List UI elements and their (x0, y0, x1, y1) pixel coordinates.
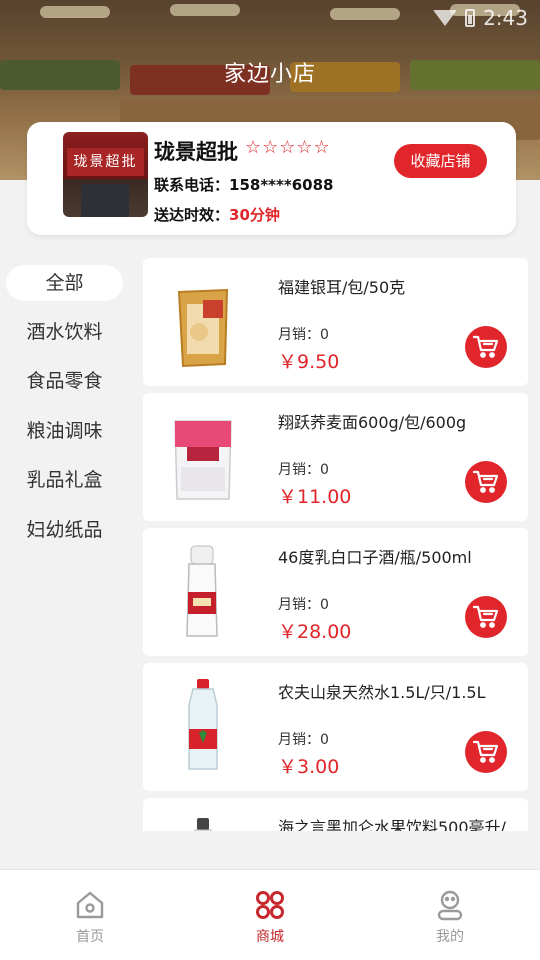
product-price: ￥9.50 (278, 351, 340, 373)
tab-mall-label: 商城 (256, 929, 284, 945)
category-item-baby-paper[interactable]: 妇幼纸品 (6, 512, 123, 548)
product-name: 海之言黑加仑水果饮料500毫升/ (278, 818, 506, 831)
bottom-tab-bar: 首页 商城 我的 (0, 869, 540, 960)
page-title: 家边小店 (223, 62, 316, 87)
product-price: ￥28.00 (278, 621, 352, 643)
favorite-store-button[interactable]: 收藏店铺 (394, 144, 487, 178)
product-card[interactable]: 翔跃荞麦面600g/包/600g 月销：0 ￥11.00 (143, 393, 528, 521)
phone-value: 158****6088 (229, 176, 334, 194)
product-image[interactable] (163, 407, 243, 507)
product-monthly-sales: 月销：0 (278, 462, 329, 478)
status-bar: 2:43 (433, 6, 528, 30)
add-to-cart-button[interactable] (465, 596, 507, 638)
store-phone: 联系电话：158****6088 (154, 174, 333, 195)
phone-label: 联系电话： (154, 176, 230, 194)
category-item-snacks[interactable]: 食品零食 (6, 363, 123, 399)
product-card[interactable]: 46度乳白口子酒/瓶/500ml 月销：0 ￥28.00 (143, 528, 528, 656)
product-image[interactable] (163, 812, 243, 831)
home-icon (76, 891, 104, 919)
product-card[interactable]: 福建银耳/包/50克 月销：0 ￥9.50 (143, 258, 528, 386)
cart-icon (473, 335, 499, 358)
product-image[interactable] (163, 272, 243, 372)
product-image[interactable] (163, 677, 243, 777)
category-item-drinks[interactable]: 酒水饮料 (6, 314, 123, 350)
tab-profile-label: 我的 (436, 929, 464, 945)
store-delivery-time: 送达时效：30分钟 (154, 204, 280, 225)
product-card[interactable]: 海之言黑加仑水果饮料500毫升/ (143, 798, 528, 831)
eta-value: 30分钟 (229, 206, 280, 224)
cart-icon (473, 740, 499, 763)
add-to-cart-button[interactable] (465, 461, 507, 503)
product-card[interactable]: 农夫山泉天然水1.5L/只/1.5L 月销：0 ￥3.00 (143, 663, 528, 791)
product-name: 46度乳白口子酒/瓶/500ml (278, 548, 472, 567)
profile-icon (437, 890, 463, 921)
rating-stars-icon: ☆☆☆☆☆ (245, 137, 331, 158)
category-item-dairy-gifts[interactable]: 乳品礼盒 (6, 462, 123, 498)
wifi-icon (433, 10, 458, 26)
store-photo[interactable]: 珑景超批 (63, 132, 148, 217)
store-name: 珑景超批 (154, 140, 238, 164)
product-name: 农夫山泉天然水1.5L/只/1.5L (278, 683, 486, 702)
add-to-cart-button[interactable] (465, 326, 507, 368)
cart-icon (473, 605, 499, 628)
battery-icon (465, 9, 476, 27)
category-item-all[interactable]: 全部 (6, 265, 123, 301)
product-monthly-sales: 月销：0 (278, 597, 329, 613)
cart-icon (473, 470, 499, 493)
product-name: 福建银耳/包/50克 (278, 278, 406, 297)
tab-profile[interactable]: 我的 (400, 888, 500, 946)
product-price: ￥3.00 (278, 756, 340, 778)
product-name: 翔跃荞麦面600g/包/600g (278, 413, 467, 432)
tab-home[interactable]: 首页 (40, 888, 140, 946)
store-photo-sign: 珑景超批 (67, 148, 144, 176)
add-to-cart-button[interactable] (465, 731, 507, 773)
product-monthly-sales: 月销：0 (278, 327, 329, 343)
tab-home-label: 首页 (76, 929, 104, 945)
grid-icon (256, 891, 284, 919)
product-monthly-sales: 月销：0 (278, 732, 329, 748)
product-image[interactable] (163, 542, 243, 642)
status-time: 2:43 (483, 6, 528, 30)
product-price: ￥11.00 (278, 486, 352, 508)
store-card: 珑景超批 珑景超批 ☆☆☆☆☆ 联系电话：158****6088 送达时效：30… (27, 122, 516, 235)
product-list[interactable]: 福建银耳/包/50克 月销：0 ￥9.50 翔跃荞麦面600g/包/600g 月… (143, 258, 528, 831)
eta-label: 送达时效： (154, 206, 230, 224)
category-item-grain-oil[interactable]: 粮油调味 (6, 413, 123, 449)
tab-mall[interactable]: 商城 (220, 888, 320, 946)
